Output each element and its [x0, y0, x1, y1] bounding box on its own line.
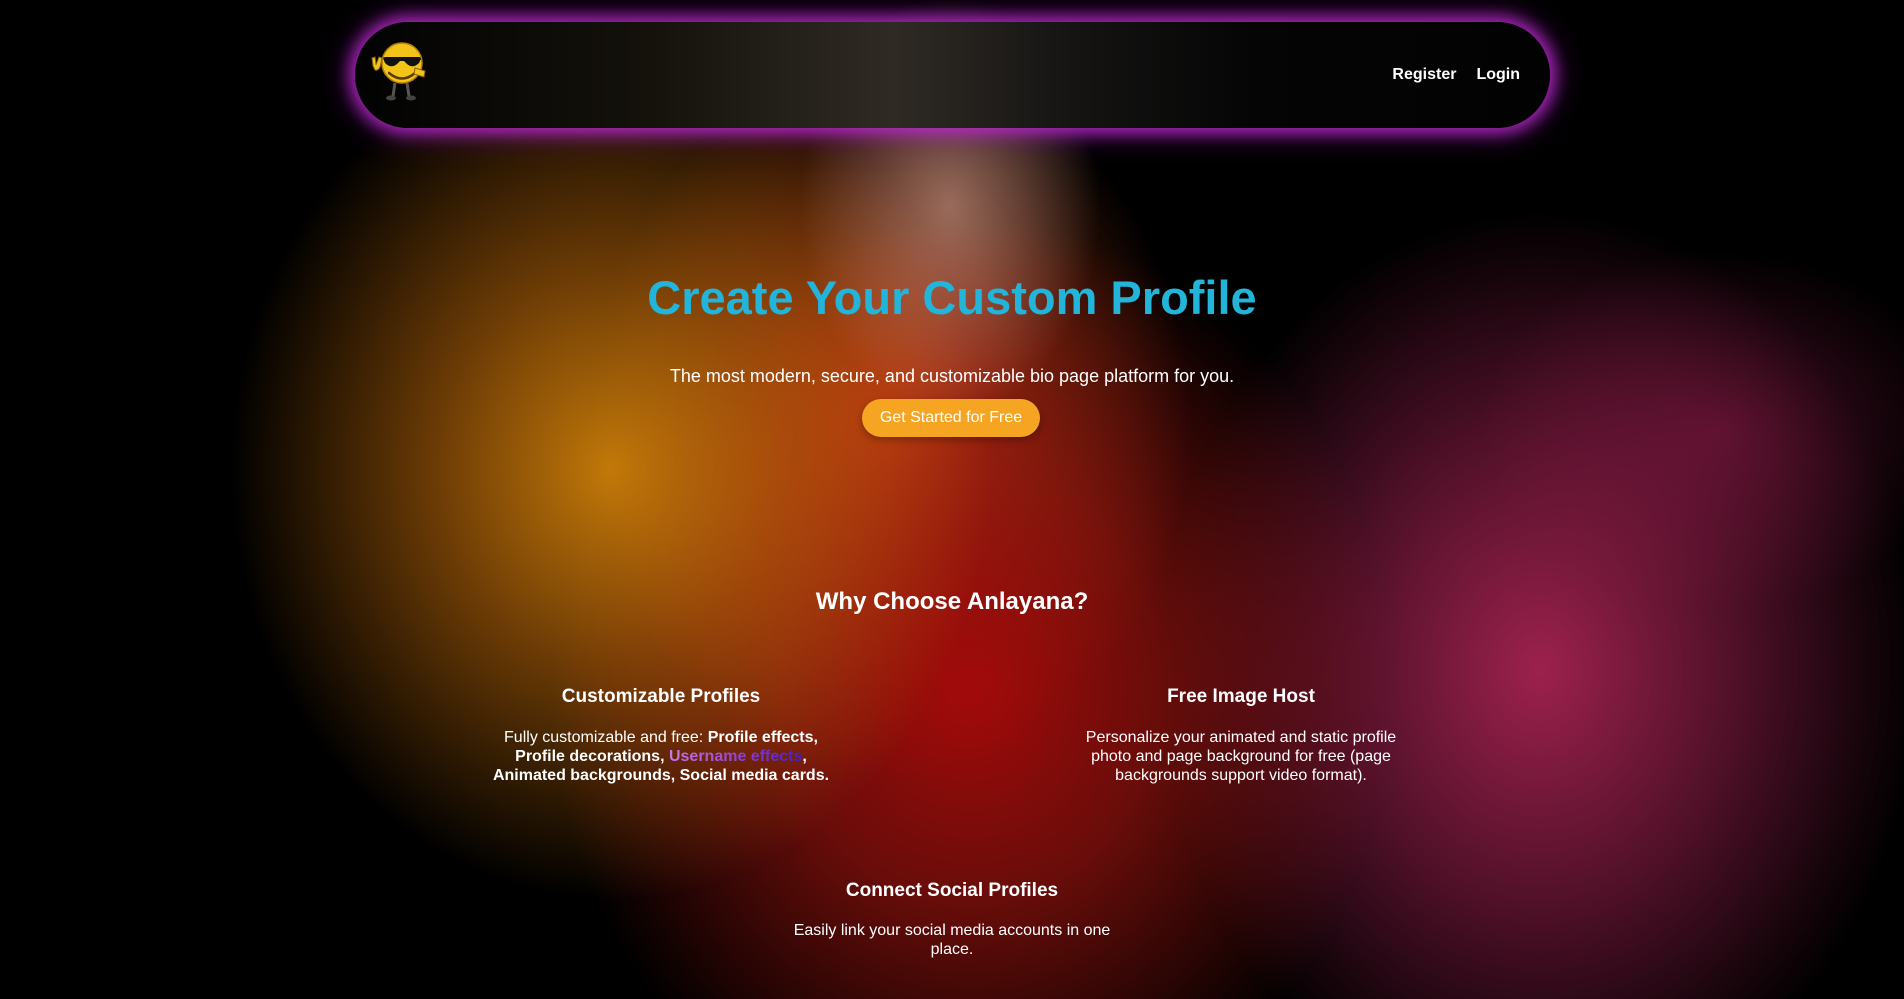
- login-link[interactable]: Login: [1476, 66, 1520, 84]
- feature-description: Easily link your social media accounts i…: [793, 922, 1111, 958]
- why-choose-heading: Why Choose Anlayana?: [815, 588, 1089, 615]
- feature-title: Connect Social Profiles: [845, 880, 1059, 901]
- hero-title: Create Your Custom Profile: [647, 271, 1257, 324]
- hero-subtitle: The most modern, secure, and customizabl…: [669, 366, 1235, 386]
- feature-desc-highlight-list-2: Animated backgrounds, Social media cards…: [492, 767, 830, 784]
- username-effects-text: Username effects: [668, 748, 803, 765]
- feature-desc-intro: Fully customizable and free:: [504, 729, 708, 746]
- feature-description: Personalize your animated and static pro…: [1085, 729, 1397, 784]
- nav-links: Register Login: [1392, 22, 1520, 128]
- feature-description: Fully customizable and free: Profile eff…: [491, 728, 831, 785]
- feature-desc-comma: ,: [802, 748, 807, 765]
- feature-title: Free Image Host: [1167, 686, 1315, 707]
- navbar: Register Login: [355, 22, 1550, 128]
- page-background: [0, 0, 1904, 999]
- feature-connect-social-profiles: Connect Social Profiles Easily link your…: [780, 880, 1124, 959]
- feature-title: Customizable Profiles: [561, 686, 761, 707]
- feature-free-image-host: Free Image Host Personalize your animate…: [1071, 686, 1411, 785]
- feature-customizable-profiles: Customizable Profiles Fully customizable…: [491, 686, 831, 785]
- register-link[interactable]: Register: [1392, 66, 1456, 84]
- sunglasses-emoji-logo-icon[interactable]: [369, 38, 429, 108]
- get-started-button[interactable]: Get Started for Free: [862, 399, 1040, 437]
